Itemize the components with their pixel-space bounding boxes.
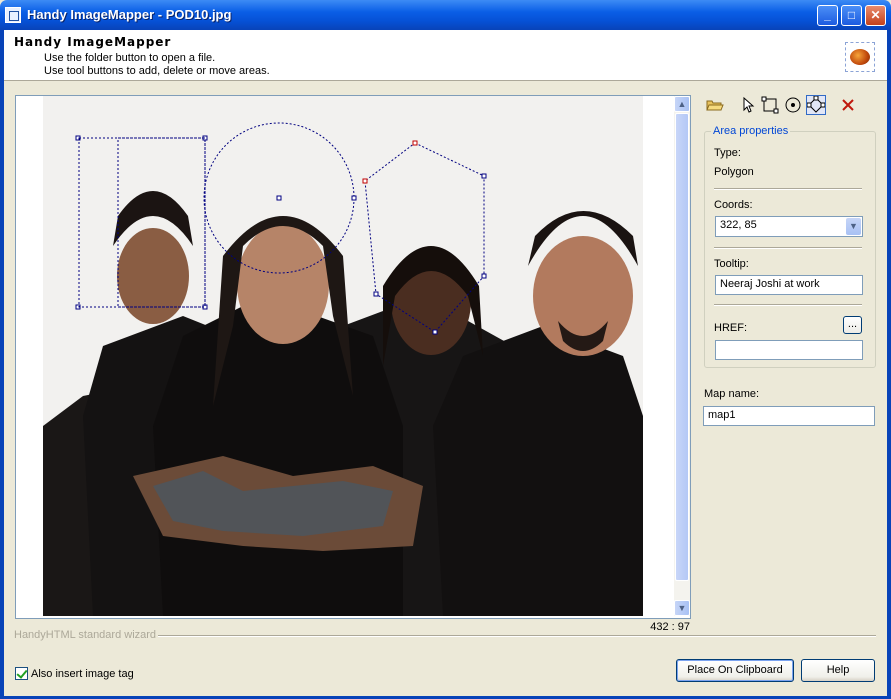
coords-value: 322, 85 [720, 219, 757, 231]
divider [714, 188, 862, 190]
window-border-right [887, 30, 891, 699]
place-on-clipboard-button[interactable]: Place On Clipboard [676, 659, 794, 682]
maximize-button[interactable]: □ [841, 5, 862, 26]
coords-dropdown[interactable]: 322, 85 ▼ [715, 216, 863, 237]
fish-logo-icon [845, 42, 875, 72]
chevron-down-icon[interactable]: ▼ [846, 218, 861, 235]
browse-button[interactable]: ... [843, 316, 862, 334]
scroll-down-button[interactable]: ▼ [674, 600, 690, 616]
area-properties-legend: Area properties [711, 125, 791, 137]
band-photo[interactable] [43, 96, 643, 616]
vertical-scrollbar[interactable]: ▲ ▼ [674, 96, 690, 616]
pointer-icon[interactable] [737, 95, 757, 115]
delete-icon[interactable] [838, 95, 858, 115]
open-folder-icon[interactable] [705, 95, 725, 115]
insert-image-tag-label[interactable]: Also insert image tag [31, 668, 134, 680]
footer-divider [158, 635, 876, 637]
help-button[interactable]: Help [801, 659, 875, 682]
app-icon [5, 7, 21, 23]
divider [714, 304, 862, 306]
close-button[interactable]: ✕ [865, 5, 886, 26]
polygon-icon[interactable] [806, 95, 826, 115]
insert-image-tag-checkbox[interactable] [15, 667, 28, 680]
toolbar [705, 95, 865, 117]
header-instruction-2: Use tool buttons to add, delete or move … [44, 65, 270, 77]
type-value: Polygon [714, 166, 754, 178]
divider [714, 247, 862, 249]
header-instruction-1: Use the folder button to open a file. [44, 52, 216, 64]
wizard-header: Handy ImageMapper Use the folder button … [4, 30, 887, 81]
window-title: Handy ImageMapper - POD10.jpg [27, 7, 232, 22]
circle-icon[interactable] [783, 95, 803, 115]
title-bar: Handy ImageMapper - POD10.jpg _ □ ✕ [0, 0, 891, 30]
rectangle-icon[interactable] [760, 95, 780, 115]
tooltip-input[interactable]: Neeraj Joshi at work [715, 275, 863, 295]
tooltip-label: Tooltip: [714, 258, 749, 270]
map-name-label: Map name: [704, 388, 760, 400]
photo-illustration [43, 96, 643, 616]
header-title: Handy ImageMapper [14, 35, 172, 49]
minimize-button[interactable]: _ [817, 5, 838, 26]
map-name-input[interactable]: map1 [703, 406, 875, 426]
type-label: Type: [714, 147, 741, 159]
cursor-coords: 432 : 97 [650, 621, 690, 633]
scroll-up-button[interactable]: ▲ [674, 96, 690, 112]
href-input[interactable] [715, 340, 863, 360]
scroll-thumb[interactable] [675, 113, 689, 581]
coords-label: Coords: [714, 199, 753, 211]
window-border-left [0, 30, 4, 699]
wizard-caption: HandyHTML standard wizard [14, 629, 157, 641]
image-canvas[interactable]: ▲ ▼ [15, 95, 691, 619]
href-label: HREF: [714, 322, 747, 334]
